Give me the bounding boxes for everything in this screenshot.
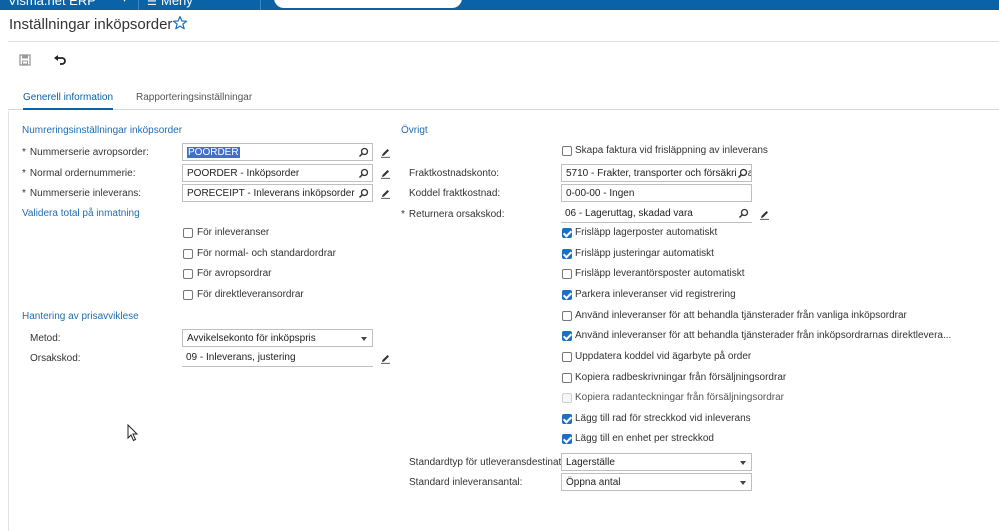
tab-general-information[interactable]: Generell information xyxy=(23,92,114,110)
global-search-input[interactable] xyxy=(274,0,462,8)
checkbox-label: Parkera inleveranser vid registrering xyxy=(575,289,736,300)
checkbox-label: För avropsordrar xyxy=(197,268,272,279)
divider xyxy=(138,0,139,10)
tab-reporting-settings[interactable]: Rapporteringsinställningar xyxy=(136,92,252,103)
form-content: Numreringsinställningar inköpsorder * Num… xyxy=(8,111,999,531)
checkbox-create-invoice[interactable] xyxy=(562,146,572,156)
label-receipt-series: * Nummerserie inleverans: xyxy=(22,188,142,199)
section-validate-title: Validera total på inmatning xyxy=(22,208,140,219)
checkbox-validate-receipts[interactable] xyxy=(183,228,193,238)
undo-icon[interactable] xyxy=(52,52,68,68)
section-price-variance-title: Hantering av prisavviklese xyxy=(22,311,139,322)
checkbox-release-ap[interactable] xyxy=(562,269,572,279)
pencil-icon[interactable] xyxy=(380,188,391,199)
checkbox-label: Frisläpp leverantörsposter automatiskt xyxy=(575,268,745,279)
receipt-series-field[interactable]: PORECEIPT - Inleverans inköpsorder xyxy=(182,184,373,202)
field-value: POORDER xyxy=(187,147,240,158)
mouse-cursor-icon xyxy=(127,424,139,442)
field-value: Avvikelsekonto för inköpspris xyxy=(187,333,316,344)
pencil-icon[interactable] xyxy=(759,209,770,220)
section-other-title: Övrigt xyxy=(401,125,428,136)
checkbox-validate-blanket-orders[interactable] xyxy=(183,269,193,279)
pencil-icon[interactable] xyxy=(380,168,391,179)
shipping-destination-select[interactable]: Lagerställe xyxy=(561,453,752,471)
return-reason-field[interactable]: 06 - Lageruttag, skadad vara xyxy=(561,205,752,223)
label-receipt-quantity: Standard inleveransantal: xyxy=(409,477,523,488)
menu-button[interactable]: Meny xyxy=(161,0,193,8)
normal-order-series-field[interactable]: POORDER - Inköpsorder xyxy=(182,164,373,182)
search-icon[interactable] xyxy=(358,168,369,179)
po-blanket-series-field[interactable]: POORDER xyxy=(182,143,373,161)
checkbox-update-subaccount[interactable] xyxy=(562,352,572,362)
top-navigation-bar: Visma.net ERP ▾ ☰ Meny xyxy=(0,0,999,10)
search-icon[interactable] xyxy=(737,168,748,179)
checkbox-label: Lägg till rad för streckkod vid inlevera… xyxy=(575,413,751,424)
label-freight-account: Fraktkostnadskonto: xyxy=(409,168,500,179)
section-numbering-title: Numreringsinställningar inköpsorder xyxy=(22,125,183,136)
receipt-quantity-select[interactable]: Öppna antal xyxy=(561,473,752,491)
field-value: Öppna antal xyxy=(566,477,621,488)
label-reason-code: Orsakskod: xyxy=(30,353,81,364)
search-icon[interactable] xyxy=(738,208,749,219)
tab-bar: Generell information Rapporteringsinstäl… xyxy=(8,86,999,110)
checkbox-label: Kopiera radanteckningar från försäljning… xyxy=(575,392,785,403)
chevron-down-icon[interactable] xyxy=(740,481,746,485)
checkbox-barcode-line[interactable] xyxy=(562,414,572,424)
checkbox-label: Uppdatera koddel vid ägarbyte på order xyxy=(575,351,752,362)
method-select[interactable]: Avvikelsekonto för inköpspris xyxy=(182,329,373,347)
menu-icon[interactable]: ☰ xyxy=(147,0,157,8)
chevron-down-icon[interactable] xyxy=(740,461,746,465)
checkbox-label: För direktleveransordrar xyxy=(197,289,304,300)
save-icon[interactable] xyxy=(17,52,33,68)
field-value: 09 - Inleverans, justering xyxy=(186,352,296,363)
checkbox-label: Frisläpp lagerposter automatiskt xyxy=(575,227,718,238)
label-method: Metod: xyxy=(30,333,61,344)
field-value: Lagerställe xyxy=(566,457,615,468)
checkbox-unit-per-barcode[interactable] xyxy=(562,434,572,444)
checkbox-copy-line-notes xyxy=(562,393,572,403)
checkbox-label: För normal- och standardordrar xyxy=(197,248,336,259)
star-icon[interactable] xyxy=(172,15,188,31)
pencil-icon[interactable] xyxy=(380,147,391,158)
checkbox-validate-dropship-orders[interactable] xyxy=(183,290,193,300)
field-value: 0-00-00 - Ingen xyxy=(566,188,635,199)
header-divider xyxy=(8,41,999,42)
divider xyxy=(260,0,261,10)
label-return-reason: * Returnera orsakskod: xyxy=(401,209,505,220)
search-icon[interactable] xyxy=(358,188,369,199)
label-freight-subaccount: Koddel fraktkostnad: xyxy=(409,188,501,199)
page-title: Inställningar inköpsorder xyxy=(9,16,173,33)
label-normal-order-series: * Normal ordernummerie: xyxy=(22,168,136,179)
reason-code-field[interactable]: 09 - Inleverans, justering xyxy=(182,349,373,367)
freight-account-field[interactable]: 5710 - Frakter, transporter och försäkri… xyxy=(561,164,752,182)
chevron-down-icon[interactable] xyxy=(361,337,367,341)
checkbox-hold-receipts[interactable] xyxy=(562,290,572,300)
checkbox-validate-normal-orders[interactable] xyxy=(183,249,193,259)
checkbox-service-lines-dropship[interactable] xyxy=(562,331,572,341)
chevron-down-icon[interactable]: ▾ xyxy=(122,0,127,5)
field-value: 06 - Lageruttag, skadad vara xyxy=(565,208,693,219)
checkbox-label: Använd inleveranser för att behandla tjä… xyxy=(575,310,907,321)
label-shipping-destination-type: Standardtyp för utleveransdestinati... xyxy=(409,457,572,468)
freight-subaccount-field[interactable]: 0-00-00 - Ingen xyxy=(561,184,752,202)
checkbox-release-adjustments[interactable] xyxy=(562,249,572,259)
checkbox-service-lines-normal[interactable] xyxy=(562,311,572,321)
checkbox-release-inventory[interactable] xyxy=(562,228,572,238)
search-icon[interactable] xyxy=(358,147,369,158)
checkbox-label: Lägg till en enhet per streckkod xyxy=(575,433,714,444)
pencil-icon[interactable] xyxy=(380,353,391,364)
label-po-blanket-series: * Nummerserie avropsorder: xyxy=(22,147,149,158)
checkbox-label: Frisläpp justeringar automatiskt xyxy=(575,248,714,259)
checkbox-copy-line-descriptions[interactable] xyxy=(562,373,572,383)
checkbox-label: Använd inleveranser för att behandla tjä… xyxy=(575,330,952,341)
checkbox-label: För inleveranser xyxy=(197,227,270,238)
checkbox-label: Skapa faktura vid frisläppning av inleve… xyxy=(575,145,768,156)
field-value: POORDER - Inköpsorder xyxy=(187,168,300,179)
field-value: PORECEIPT - Inleverans inköpsorder xyxy=(187,188,355,199)
field-value: 5710 - Frakter, transporter och försäkri… xyxy=(566,168,752,179)
app-brand[interactable]: Visma.net ERP xyxy=(8,0,96,8)
checkbox-label: Kopiera radbeskrivningar från försäljnin… xyxy=(575,372,787,383)
